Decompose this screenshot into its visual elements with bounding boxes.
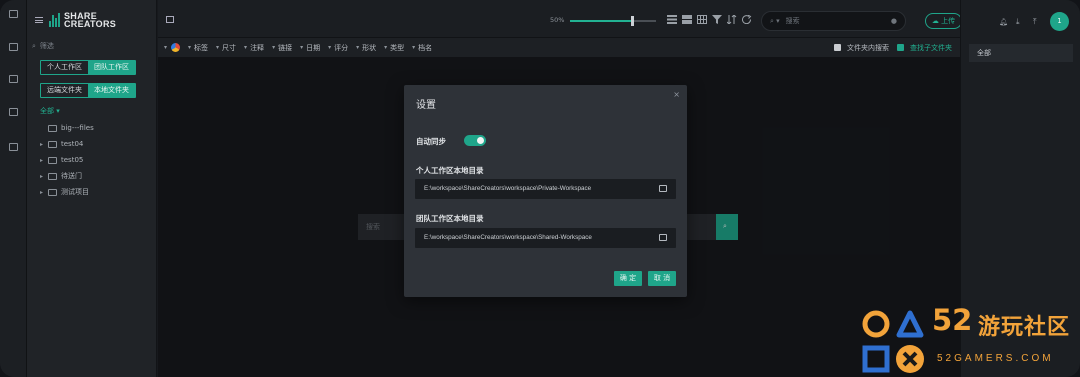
grid-icon[interactable]	[9, 43, 18, 51]
zoom-slider-handle[interactable]	[630, 16, 634, 26]
sidebar-toggle-icon[interactable]	[166, 16, 174, 23]
folder-icon	[48, 140, 57, 148]
watermark-name: 游玩社区	[978, 315, 1071, 340]
folder-icon	[48, 156, 57, 164]
team-dir-value: E:\workspace\ShareCreators\workspace\Sha…	[424, 234, 592, 241]
search-input[interactable]: ⌕ ▾ 搜索 ●	[761, 11, 906, 31]
folder-icon	[48, 188, 57, 196]
search-placeholder: 搜索	[785, 17, 800, 25]
filter-type[interactable]: ▾ 类型	[384, 43, 404, 53]
close-icon[interactable]: ×	[673, 90, 680, 99]
chevron-right-icon[interactable]: ▸	[40, 141, 46, 148]
checkbox-checked[interactable]	[897, 44, 904, 51]
filter-links[interactable]: ▾ 链接	[272, 43, 292, 53]
chevron-right-icon[interactable]: ▸	[40, 157, 46, 164]
zoom-slider[interactable]	[570, 16, 656, 26]
filter-tags[interactable]: ▾ 标签	[188, 43, 208, 53]
filter-icon[interactable]	[712, 15, 722, 24]
app-window: SHARE CREATORS ⌕ 筛选 个人工作区 团队工作区 远端文件夹 本地…	[0, 0, 1080, 377]
list-icon[interactable]	[9, 75, 18, 83]
tree-item[interactable]: ▸ 测试项目	[40, 184, 150, 200]
team-dir-field[interactable]: E:\workspace\ShareCreators\workspace\Sha…	[415, 228, 676, 248]
personal-dir-value: E:\workspace\ShareCreators\workspace\Pri…	[424, 185, 592, 192]
filter-size[interactable]: ▾ 尺寸	[216, 43, 236, 53]
download-icon[interactable]: ⤓	[1016, 17, 1020, 27]
chevron-right-icon[interactable]: ▸	[40, 189, 46, 196]
list-view-icon[interactable]	[667, 15, 677, 24]
tab-remote-folder[interactable]: 远端文件夹	[41, 84, 88, 97]
right-panel-all[interactable]: 全部	[969, 44, 1073, 62]
autosync-label: 自动同步	[416, 137, 446, 146]
folder-tree: 全部 ▾ big---files ▸ test04 ▸ test05 ▸ 待送门 ▸ 测…	[40, 106, 150, 200]
detail-view-icon[interactable]	[682, 15, 692, 24]
sort-icon[interactable]	[727, 15, 737, 24]
logo-text-line2: CREATORS	[64, 19, 117, 29]
tab-local-folder[interactable]: 本地文件夹	[88, 84, 135, 97]
sidebar-filter[interactable]: ⌕ 筛选	[32, 40, 150, 52]
confirm-button[interactable]: 确 定	[614, 271, 642, 286]
search-icon: ⌕ ▾	[770, 16, 780, 25]
logo-mark	[49, 13, 60, 27]
tree-item[interactable]: ▸ 待送门	[40, 168, 150, 184]
tab-team-workspace[interactable]: 团队工作区	[88, 61, 135, 74]
filter-filename[interactable]: ▾ 档名	[412, 43, 432, 53]
folder-icon	[48, 172, 57, 180]
folder-icon	[48, 124, 57, 132]
upload-button[interactable]: ☁ 上传	[925, 13, 962, 29]
refresh-icon[interactable]	[742, 15, 752, 24]
watermark: 52 游玩社区 52GAMERS.COM	[860, 303, 1080, 377]
folder-switch: 远端文件夹 本地文件夹	[40, 83, 136, 98]
filter-rating[interactable]: ▾ 评分	[328, 43, 348, 53]
cancel-button[interactable]: 取 消	[648, 271, 676, 286]
team-dir-label: 团队工作区本地目录	[416, 214, 484, 223]
sidebar-filter-placeholder: 筛选	[39, 42, 54, 50]
watermark-number: 52	[932, 303, 973, 337]
folder-icon[interactable]	[9, 108, 18, 116]
upload-icon[interactable]: ⤒	[1033, 17, 1037, 27]
filter-bar: ▾ ▾ 标签 ▾ 尺寸 ▾ 注释 ▾ 链接 ▾ 日期 ▾ 评分 ▾ 形状 ▾ 类型 ▾ 档名 文件…	[158, 38, 960, 57]
tree-all[interactable]: 全部 ▾	[40, 106, 150, 116]
bell-icon[interactable]: 🔔︎	[999, 18, 1008, 26]
watermark-site: 52GAMERS.COM	[937, 353, 1054, 364]
avatar[interactable]: 1	[1050, 12, 1069, 31]
watermark-logo	[862, 310, 924, 373]
color-filter-icon[interactable]	[171, 43, 181, 52]
dialog-title: 设置	[416, 100, 436, 111]
autosync-toggle[interactable]	[464, 135, 486, 146]
folder-browse-icon[interactable]	[659, 234, 667, 241]
document-icon[interactable]	[9, 143, 18, 151]
settings-dialog: 设置 × 自动同步 个人工作区本地目录 E:\workspace\ShareCr…	[404, 85, 687, 297]
chevron-down-icon[interactable]: ▾	[164, 44, 167, 51]
toolbar: 50% ⌕ ▾ 搜索 ● ☁ 上传	[158, 0, 962, 38]
tree-item[interactable]: big---files	[40, 120, 150, 136]
include-subfolders-checkbox[interactable]: 查找子文件夹	[897, 43, 952, 53]
search-icon: ⌕	[32, 41, 36, 50]
filter-date[interactable]: ▾ 日期	[300, 43, 320, 53]
filter-notes[interactable]: ▾ 注释	[244, 43, 264, 53]
personal-dir-label: 个人工作区本地目录	[416, 166, 484, 175]
microphone-icon[interactable]: ●	[891, 17, 897, 25]
logo: SHARE CREATORS	[49, 12, 117, 29]
chevron-right-icon[interactable]: ▸	[40, 173, 46, 180]
filter-shape[interactable]: ▾ 形状	[356, 43, 376, 53]
tree-item[interactable]: ▸ test04	[40, 136, 150, 152]
workspace-switch: 个人工作区 团队工作区	[40, 60, 136, 75]
zoom-slider-fill	[570, 20, 632, 22]
library-icon[interactable]	[9, 10, 18, 18]
tab-personal-workspace[interactable]: 个人工作区	[41, 61, 88, 74]
zoom-label: 50%	[550, 16, 565, 24]
folder-browse-icon[interactable]	[659, 185, 667, 192]
grid-view-icon[interactable]	[697, 15, 707, 24]
checkbox[interactable]	[834, 44, 841, 51]
menu-icon[interactable]	[35, 17, 43, 23]
logo-text: SHARE CREATORS	[64, 12, 117, 29]
icon-rail	[0, 0, 27, 377]
personal-dir-field[interactable]: E:\workspace\ShareCreators\workspace\Pri…	[415, 179, 676, 199]
sidebar: SHARE CREATORS ⌕ 筛选 个人工作区 团队工作区 远端文件夹 本地…	[27, 0, 157, 377]
tree-item[interactable]: ▸ test05	[40, 152, 150, 168]
folder-search-checkbox[interactable]: 文件夹内搜索	[834, 43, 889, 53]
